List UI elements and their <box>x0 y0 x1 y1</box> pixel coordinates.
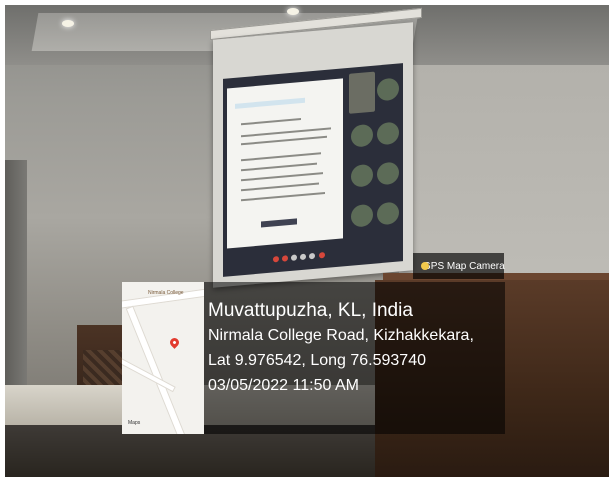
more-icon <box>309 252 315 260</box>
end-call-icon <box>319 251 325 259</box>
participant-avatar <box>351 163 373 188</box>
participant-video <box>349 71 375 114</box>
slide-text-line <box>241 182 319 192</box>
share-icon <box>291 254 297 261</box>
raise-hand-icon <box>300 253 306 261</box>
slide-text-line <box>241 135 327 146</box>
slide-text-line <box>241 152 321 162</box>
gps-map-camera-label: GPS Map Camera <box>423 260 505 272</box>
projector-screen <box>213 22 413 288</box>
participant-avatar <box>351 123 373 148</box>
location-stamp: Muvattupuzha, KL, India Nirmala College … <box>208 298 474 398</box>
gps-map-camera-badge: GPS Map Camera <box>413 253 505 279</box>
participant-avatar <box>377 201 399 226</box>
ceiling-light <box>62 20 74 27</box>
location-pin-icon <box>168 336 181 349</box>
presentation-slide <box>227 78 343 249</box>
slide-button <box>261 218 297 228</box>
slide-text-line <box>241 118 301 126</box>
stamp-address: Nirmala College Road, Kizhakkekara, <box>208 327 474 344</box>
stamp-city: Muvattupuzha, KL, India <box>208 300 413 321</box>
maps-logo: Maps <box>128 420 141 426</box>
camera-icon <box>282 255 288 262</box>
participant-avatar <box>377 161 399 186</box>
location-map: Nirmala College Maps <box>122 282 204 434</box>
mic-icon <box>273 255 279 263</box>
slide-text-line <box>241 191 325 202</box>
left-door <box>5 160 27 410</box>
video-call-window <box>223 63 403 277</box>
participant-avatar <box>377 121 399 146</box>
participant-tiles <box>347 69 399 244</box>
participant-avatar <box>351 203 373 228</box>
stamp-datetime: 03/05/2022 11:50 AM <box>208 377 359 394</box>
slide-text-line <box>241 172 323 182</box>
slide-header <box>235 97 305 109</box>
map-place-label: Nirmala College <box>148 290 184 296</box>
ceiling-light <box>287 8 299 15</box>
call-controls <box>273 250 343 264</box>
participant-avatar <box>377 77 399 102</box>
stamp-coordinates: Lat 9.976542, Long 76.593740 <box>208 352 426 369</box>
slide-text-line <box>241 162 317 172</box>
